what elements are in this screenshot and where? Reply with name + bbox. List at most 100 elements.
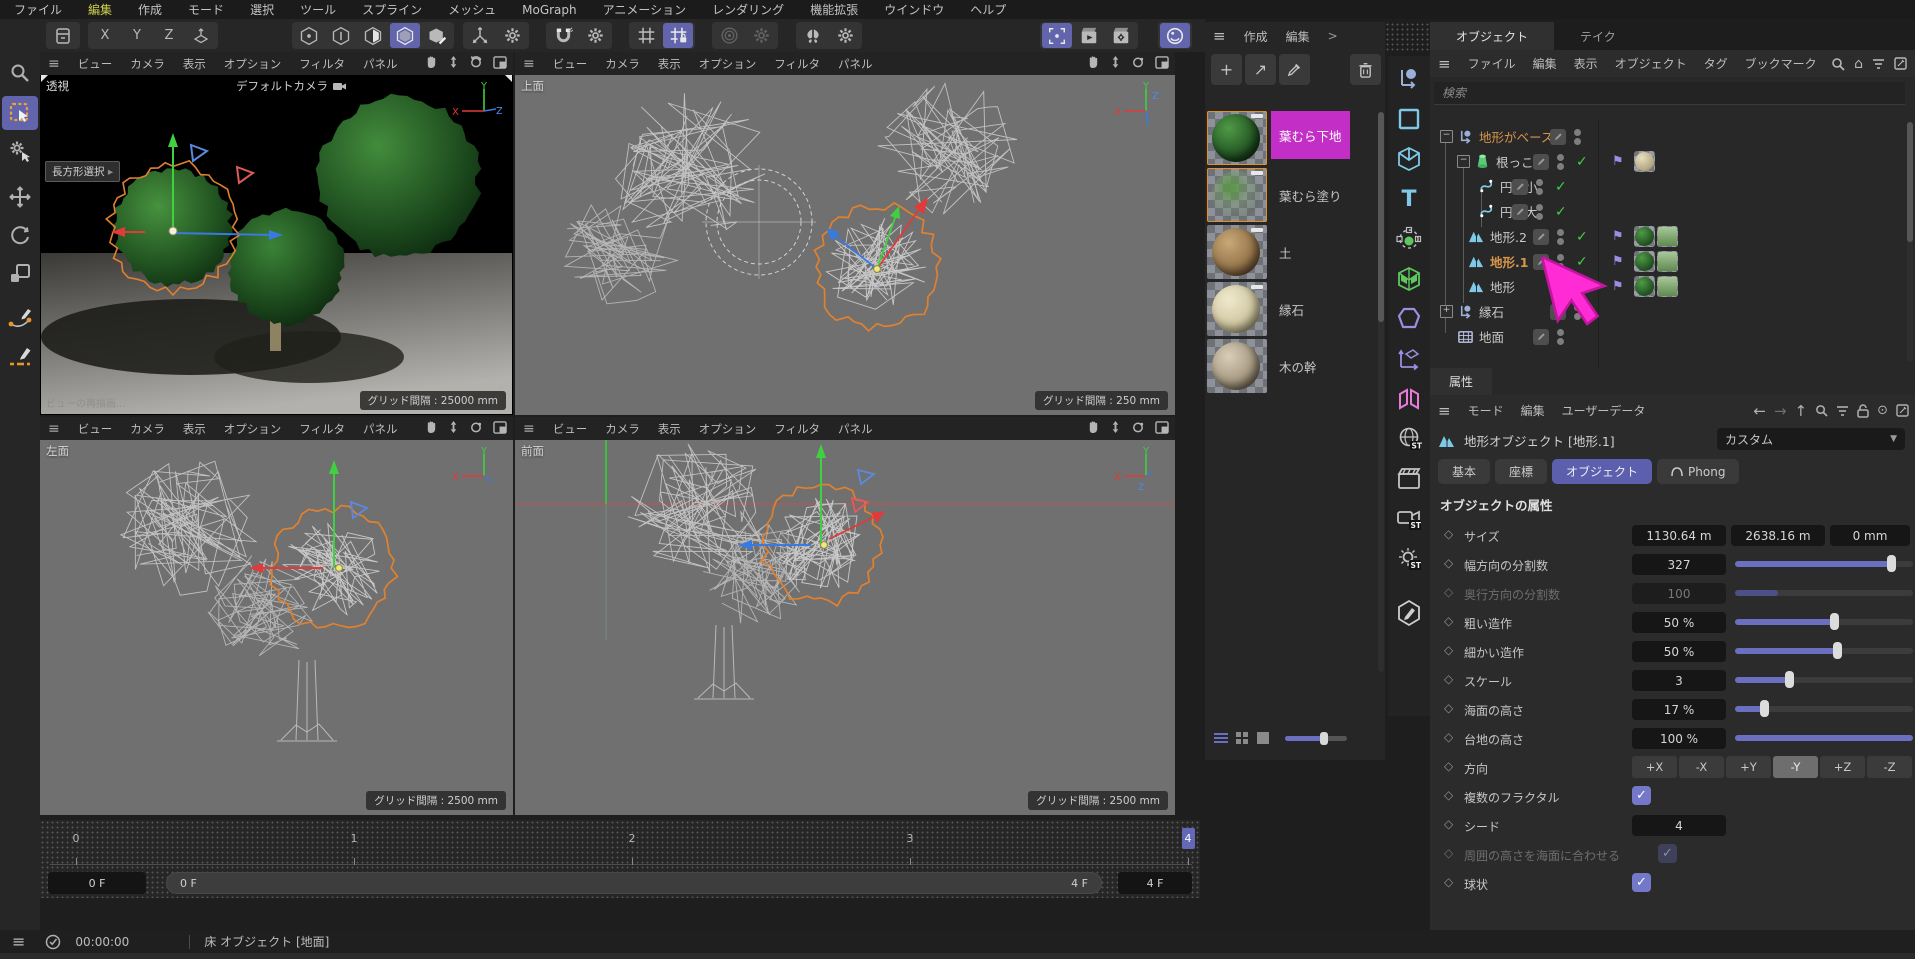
search-icon[interactable] bbox=[1815, 404, 1828, 417]
find-tool-icon[interactable] bbox=[2, 56, 38, 90]
symmetry-settings-gear-icon[interactable] bbox=[830, 23, 860, 48]
snap-magnet-icon[interactable] bbox=[548, 23, 578, 48]
orbit-icon[interactable] bbox=[469, 420, 483, 437]
interactive-render-icon[interactable] bbox=[1160, 23, 1190, 48]
filter-icon[interactable] bbox=[1872, 58, 1885, 70]
enabled-check[interactable]: ✓ bbox=[1555, 179, 1567, 195]
viewport-perspective[interactable]: ≡ ビュー カメラ 表示 オプション フィルタ パネル bbox=[40, 52, 513, 415]
timeline-tick-0[interactable]: 0 bbox=[73, 832, 80, 845]
attr-section-title[interactable]: オブジェクトの属性 bbox=[1440, 495, 1553, 514]
toggle-single-view-icon[interactable] bbox=[1155, 421, 1169, 437]
edit-toggle[interactable] bbox=[1533, 229, 1549, 245]
material-tag-green[interactable] bbox=[1634, 276, 1655, 297]
axis-y-button[interactable]: Y bbox=[122, 23, 152, 48]
edit-toggle[interactable] bbox=[1533, 154, 1549, 170]
panel-edit-icon[interactable] bbox=[1896, 404, 1909, 417]
material-menu-create[interactable]: 作成 bbox=[1244, 28, 1268, 45]
viewport-menu-icon[interactable]: ≡ bbox=[48, 56, 60, 72]
delete-material-button[interactable] bbox=[1350, 54, 1381, 85]
points-mode-icon[interactable] bbox=[294, 23, 324, 48]
falloff-icon[interactable] bbox=[714, 23, 744, 48]
camera-label[interactable]: デフォルトカメラ bbox=[236, 78, 348, 94]
toggle-single-view-icon[interactable] bbox=[493, 421, 507, 437]
vp-menu-display[interactable]: 表示 bbox=[183, 56, 206, 72]
phong-tag-icon[interactable]: ⚑ bbox=[1612, 229, 1624, 244]
tree-row[interactable]: 地面 bbox=[1430, 324, 1915, 349]
vp-menu-options[interactable]: オプション bbox=[224, 421, 282, 437]
vp-menu-camera[interactable]: カメラ bbox=[130, 421, 165, 437]
om-menu-object[interactable]: オブジェクト bbox=[1615, 55, 1687, 72]
visibility-dot[interactable] bbox=[1557, 229, 1564, 236]
panel-edit-icon[interactable] bbox=[1894, 57, 1907, 70]
end-frame-field[interactable]: 4 F bbox=[1118, 872, 1192, 894]
tool-settings-icon[interactable] bbox=[2, 134, 38, 168]
expand-icon[interactable]: + bbox=[1440, 305, 1453, 318]
vp-menu-display[interactable]: 表示 bbox=[183, 421, 206, 437]
material-thumbnail[interactable] bbox=[1207, 282, 1267, 336]
render-dot[interactable] bbox=[1536, 188, 1543, 195]
edit-toggle[interactable] bbox=[1512, 179, 1528, 195]
attr-tab-phong[interactable]: Phong bbox=[1657, 459, 1739, 484]
menu-mode[interactable]: モード bbox=[188, 1, 224, 18]
phong-tag-icon[interactable]: ⚑ bbox=[1612, 154, 1624, 169]
vp-menu-options[interactable]: オプション bbox=[699, 56, 757, 72]
fine-furrows-slider[interactable] bbox=[1735, 648, 1913, 654]
material-name[interactable]: 葉むら下地 bbox=[1271, 111, 1350, 159]
vp-menu-options[interactable]: オプション bbox=[699, 421, 757, 437]
orbit-icon[interactable] bbox=[1131, 55, 1145, 72]
search-icon[interactable] bbox=[1831, 57, 1845, 71]
pick-material-button[interactable] bbox=[1279, 54, 1310, 85]
zoom-updown-icon[interactable] bbox=[1110, 420, 1121, 437]
current-frame-field[interactable]: 0 F bbox=[48, 872, 146, 894]
timeline-tick-1[interactable]: 1 bbox=[351, 832, 358, 845]
timeline-tick-2[interactable]: 2 bbox=[629, 832, 636, 845]
menu-window[interactable]: ウインドウ bbox=[884, 1, 944, 18]
render-dot[interactable] bbox=[1574, 138, 1581, 145]
collapse-icon[interactable]: − bbox=[1457, 155, 1470, 168]
attr-menu-edit[interactable]: 編集 bbox=[1521, 402, 1545, 419]
material-item[interactable]: 縁石 bbox=[1207, 281, 1383, 338]
falloff-settings-gear-icon[interactable] bbox=[746, 23, 776, 48]
attr-menu-userdata[interactable]: ユーザーデータ bbox=[1562, 402, 1646, 419]
persp-canvas[interactable]: 透視 デフォルトカメラ 長方形選択 ▸ YXZ ビューの再描画... グリッド間… bbox=[41, 75, 512, 414]
viewport-menu-icon[interactable]: ≡ bbox=[523, 421, 535, 437]
render-dot[interactable] bbox=[1557, 163, 1564, 170]
fine-furrows-field[interactable]: 50 % bbox=[1632, 641, 1726, 662]
vp-menu-filter[interactable]: フィルタ bbox=[774, 56, 820, 72]
seed-field[interactable]: 4 bbox=[1632, 815, 1726, 836]
om-scrollbar[interactable] bbox=[1907, 122, 1913, 362]
snap-settings-gear-icon[interactable] bbox=[580, 23, 610, 48]
axis-x-button[interactable]: X bbox=[90, 23, 120, 48]
tree-row[interactable]: 地形.2 ✓ ⚑ bbox=[1430, 224, 1915, 249]
visibility-dot[interactable] bbox=[1536, 179, 1543, 186]
menu-create[interactable]: 作成 bbox=[138, 1, 162, 18]
phong-tag-icon[interactable]: ⚑ bbox=[1612, 254, 1624, 269]
object-name[interactable]: 根っこ bbox=[1496, 152, 1534, 171]
object-name[interactable]: 地形.1 bbox=[1490, 252, 1528, 271]
orientation-minus-z[interactable]: -Z bbox=[1867, 756, 1912, 778]
size-x-field[interactable]: 1130.64 m bbox=[1632, 525, 1726, 546]
subdivision-surface-icon[interactable] bbox=[1391, 302, 1427, 336]
add-material-button[interactable]: + bbox=[1211, 54, 1242, 85]
vp-menu-camera[interactable]: カメラ bbox=[130, 56, 165, 72]
menu-mograph[interactable]: MoGraph bbox=[522, 3, 577, 17]
viewport-front[interactable]: ≡ ビュー カメラ 表示 オプション フィルタ パネル bbox=[515, 417, 1175, 815]
enabled-check[interactable]: ✓ bbox=[1576, 154, 1588, 170]
attr-tab-object[interactable]: オブジェクト bbox=[1552, 459, 1652, 484]
collapse-icon[interactable]: − bbox=[1440, 130, 1453, 143]
object-name[interactable]: 地形.2 bbox=[1490, 227, 1527, 246]
render-dot[interactable] bbox=[1536, 213, 1543, 220]
symmetry-icon[interactable] bbox=[798, 23, 828, 48]
menu-edit[interactable]: 編集 bbox=[88, 1, 112, 18]
volume-builder-icon[interactable] bbox=[1391, 262, 1427, 296]
tab-attributes[interactable]: 属性 bbox=[1430, 368, 1492, 395]
parent-up-icon[interactable]: ↑ bbox=[1795, 402, 1808, 420]
viewport-menu-icon[interactable]: ≡ bbox=[48, 421, 60, 437]
zoom-updown-icon[interactable] bbox=[448, 55, 459, 72]
track-target-icon[interactable]: ⊙ bbox=[1877, 403, 1888, 418]
vp-menu-options[interactable]: オプション bbox=[224, 56, 282, 72]
tree-row[interactable]: 円形大 ✓ bbox=[1430, 199, 1915, 224]
pan-hand-icon[interactable] bbox=[425, 420, 438, 437]
render-dot[interactable] bbox=[1557, 238, 1564, 245]
menu-select[interactable]: 選択 bbox=[250, 1, 274, 18]
